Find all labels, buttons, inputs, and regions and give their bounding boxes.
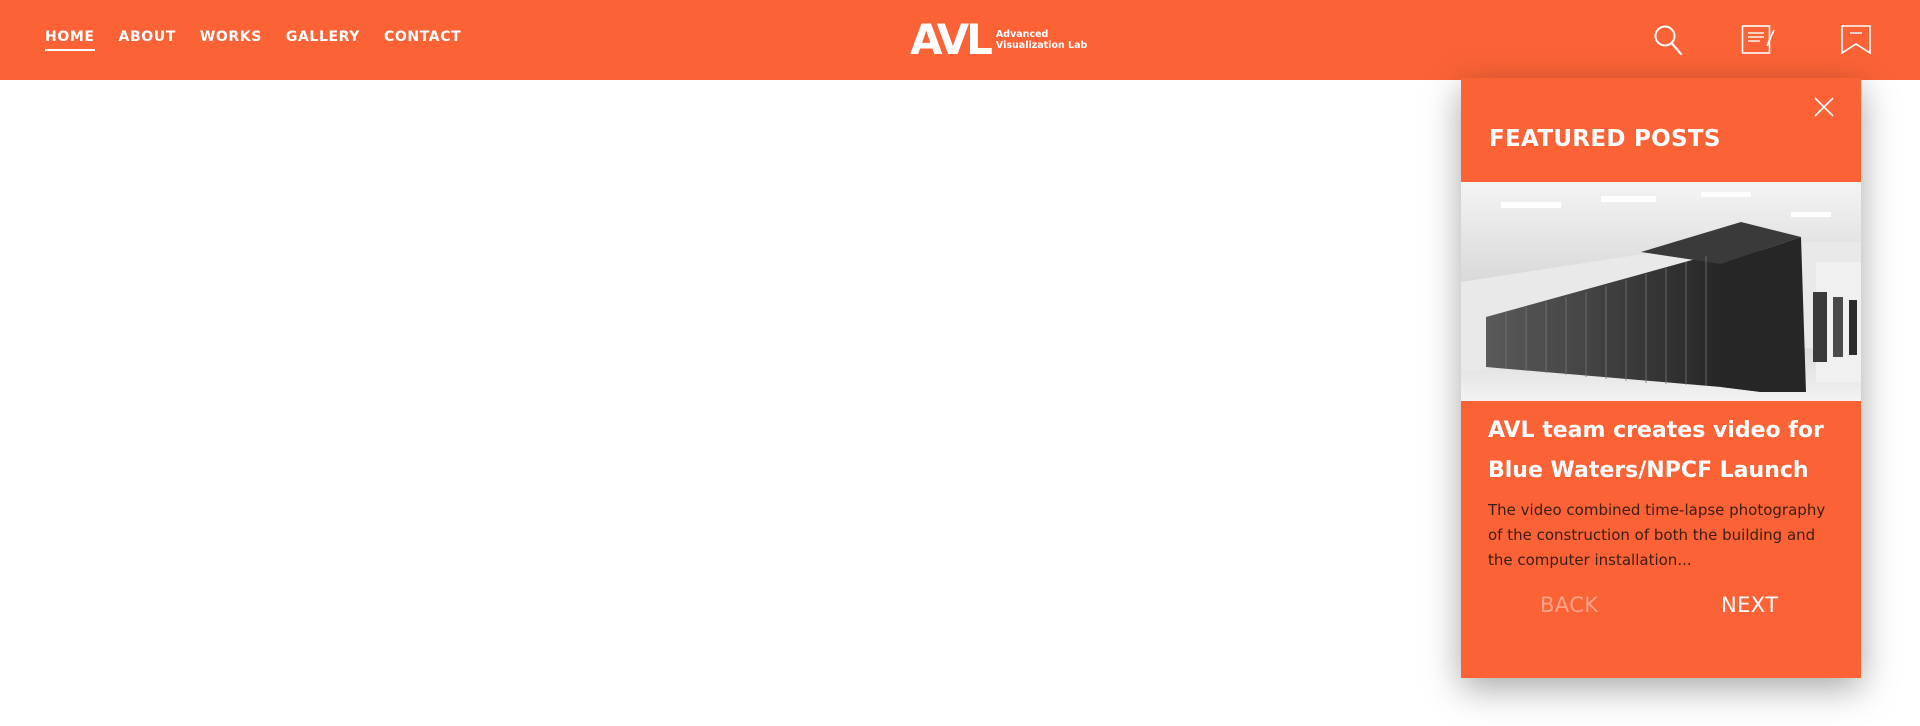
logo-subtitle: Advanced Visualization Lab <box>996 29 1087 51</box>
bookmark-icon <box>1841 25 1871 55</box>
main-nav: HOME ABOUT WORKS GALLERY CONTACT <box>45 0 461 80</box>
back-button[interactable]: BACK <box>1540 593 1598 617</box>
nav-works[interactable]: WORKS <box>200 29 262 51</box>
nav-home[interactable]: HOME <box>45 29 95 51</box>
panel-title: FEATURED POSTS <box>1489 126 1721 152</box>
posts-icon <box>1741 25 1775 54</box>
featured-posts-button[interactable] <box>1740 22 1776 58</box>
post-image[interactable] <box>1461 182 1861 401</box>
next-button[interactable]: NEXT <box>1721 593 1778 617</box>
post-pagination: BACK NEXT <box>1461 593 1861 633</box>
nav-gallery[interactable]: GALLERY <box>286 29 360 51</box>
logo-mark: AVL <box>910 15 993 64</box>
featured-posts-panel: FEATURED POSTS AVL team creates video fo… <box>1461 78 1861 678</box>
post-excerpt: The video combined time-lapse photograph… <box>1488 501 1826 569</box>
post-title[interactable]: AVL team creates video for Blue Waters/N… <box>1488 411 1848 491</box>
close-icon <box>1814 97 1834 117</box>
top-navigation-bar: HOME ABOUT WORKS GALLERY CONTACT AVL Adv… <box>0 0 1920 80</box>
site-logo[interactable]: AVL Advanced Visualization Lab <box>910 18 1087 62</box>
logo-subtitle-line1: Advanced <box>995 29 1049 40</box>
panel-pointer <box>1750 66 1774 78</box>
nav-contact[interactable]: CONTACT <box>384 29 461 51</box>
supercomputer-photo-icon <box>1461 182 1861 401</box>
search-button[interactable] <box>1650 22 1686 58</box>
nav-about[interactable]: ABOUT <box>119 29 176 51</box>
bookmarks-button[interactable] <box>1838 22 1874 58</box>
search-icon <box>1654 25 1683 56</box>
logo-subtitle-line2: Visualization Lab <box>995 40 1088 51</box>
close-button[interactable] <box>1811 94 1837 120</box>
